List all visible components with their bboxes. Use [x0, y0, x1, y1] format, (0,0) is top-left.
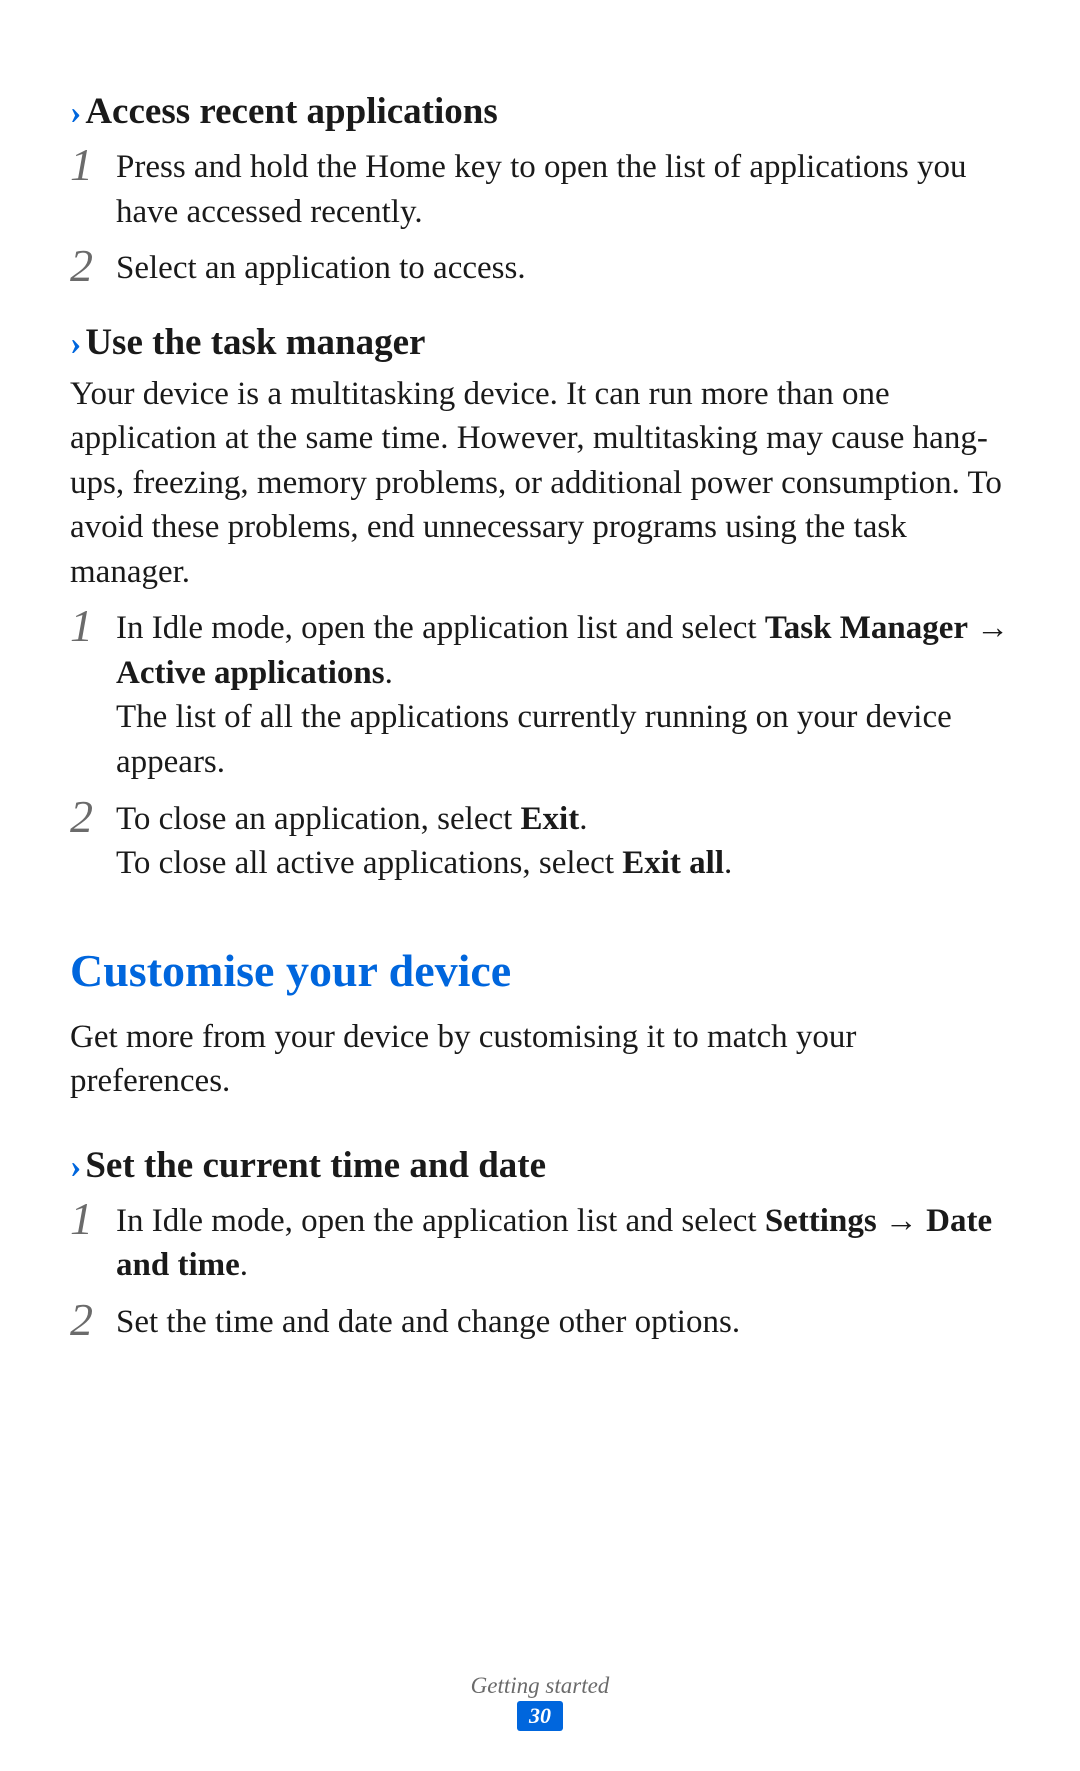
step-number: 2	[70, 242, 116, 290]
step-number: 1	[70, 602, 116, 650]
step-item: 2 Set the time and date and change other…	[70, 1296, 1010, 1345]
intro-paragraph: Get more from your device by customising…	[70, 1015, 1010, 1104]
step-item: 1 Press and hold the Home key to open th…	[70, 141, 1010, 234]
bold-text: Exit all	[622, 845, 724, 881]
step-followup: The list of all the applications current…	[116, 695, 1010, 784]
subheading-set-time: › Set the current time and date	[70, 1144, 1010, 1187]
step-body: Press and hold the Home key to open the …	[116, 141, 1010, 234]
intro-paragraph: Your device is a multitasking device. It…	[70, 372, 1010, 595]
step-body: In Idle mode, open the application list …	[116, 602, 1010, 784]
step-body: Set the time and date and change other o…	[116, 1296, 1010, 1345]
chevron-icon: ›	[70, 325, 81, 363]
step-body: Select an application to access.	[116, 242, 1010, 291]
bold-text: Task Manager	[765, 610, 968, 646]
text-run: .	[385, 655, 393, 691]
step-number: 1	[70, 1195, 116, 1243]
text-run: →	[877, 1203, 927, 1239]
footer-section-label: Getting started	[0, 1673, 1080, 1699]
subheading-task-manager: › Use the task manager	[70, 321, 1010, 364]
page-footer: Getting started 30	[0, 1673, 1080, 1731]
step-number: 2	[70, 793, 116, 841]
text-run: .	[240, 1247, 248, 1283]
text-run: In Idle mode, open the application list …	[116, 1203, 765, 1239]
bold-text: Settings	[765, 1203, 877, 1239]
step-body: In Idle mode, open the application list …	[116, 1195, 1010, 1288]
step-item: 2 To close an application, select Exit. …	[70, 793, 1010, 886]
bold-text: Exit	[521, 801, 580, 837]
chevron-icon: ›	[70, 1148, 81, 1186]
step-body: To close an application, select Exit. To…	[116, 793, 1010, 886]
section-title: Customise your device	[70, 944, 1010, 997]
subheading-access-recent: › Access recent applications	[70, 90, 1010, 133]
page-number-badge: 30	[517, 1701, 563, 1731]
chevron-icon: ›	[70, 94, 81, 132]
step-item: 1 In Idle mode, open the application lis…	[70, 1195, 1010, 1288]
step-item: 1 In Idle mode, open the application lis…	[70, 602, 1010, 784]
subheading-text: Access recent applications	[85, 90, 497, 133]
subheading-text: Set the current time and date	[85, 1144, 546, 1187]
text-run: .	[579, 801, 587, 837]
text-run: In Idle mode, open the application list …	[116, 610, 765, 646]
text-run: To close all active applications, select	[116, 845, 622, 881]
text-run: →	[968, 610, 1009, 646]
step-item: 2 Select an application to access.	[70, 242, 1010, 291]
step-number: 2	[70, 1296, 116, 1344]
bold-text: Active applications	[116, 655, 385, 691]
step-number: 1	[70, 141, 116, 189]
subheading-text: Use the task manager	[85, 321, 425, 364]
text-run: .	[724, 845, 732, 881]
text-run: To close an application, select	[116, 801, 521, 837]
